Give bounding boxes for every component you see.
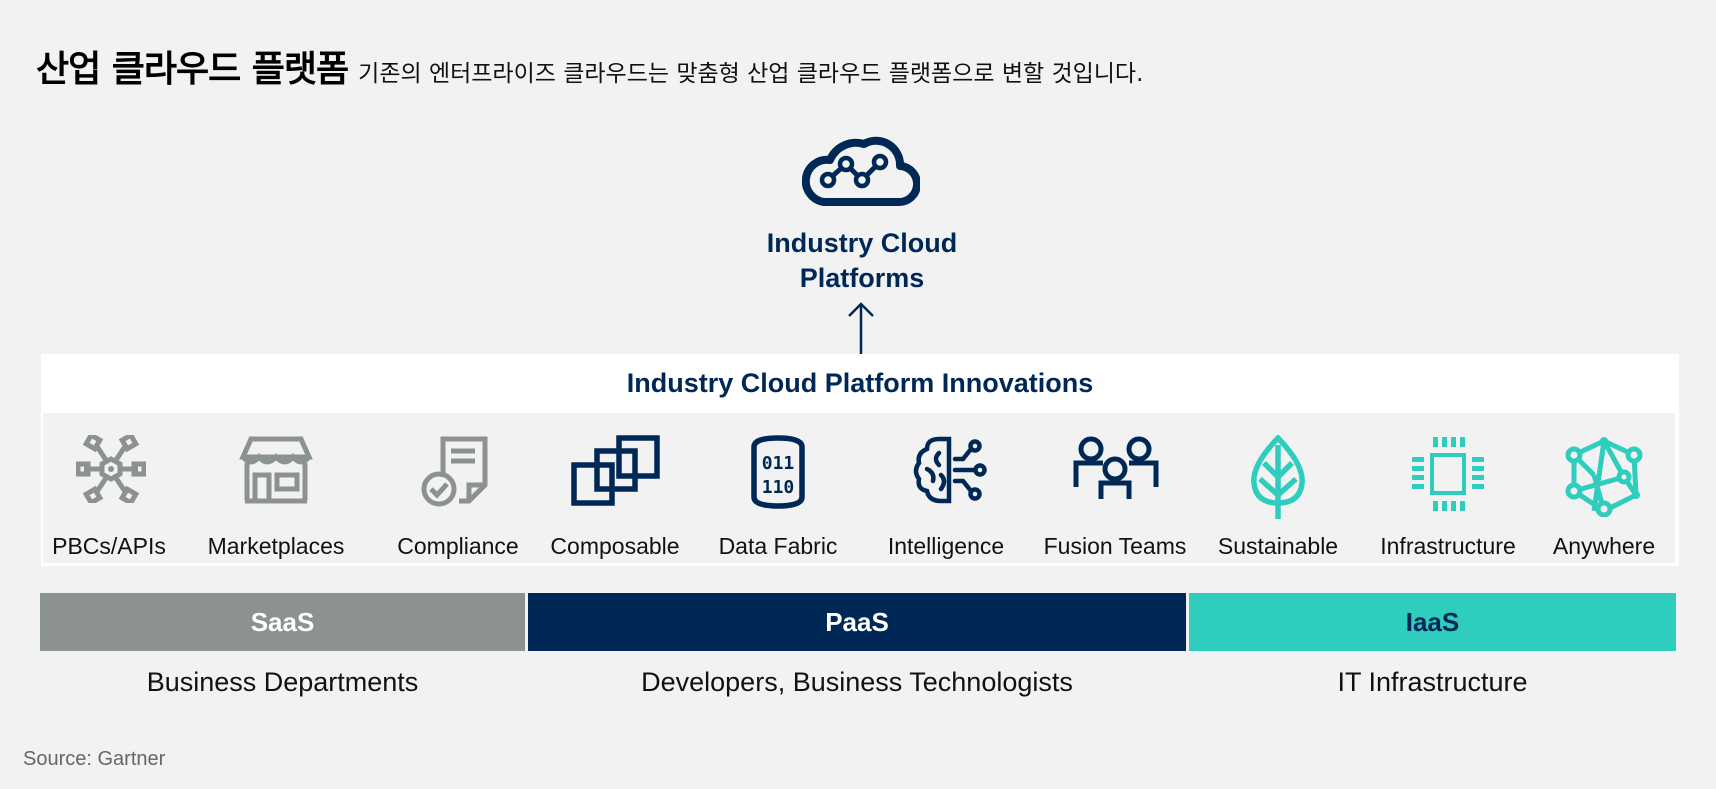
- mesh-network-icon: [1565, 437, 1643, 517]
- title-row: 산업 클라우드 플랫폼 기존의 엔터프라이즈 클라우드는 맞춤형 산업 클라우드…: [36, 40, 1143, 92]
- innovation-item-compliance: Compliance: [373, 413, 543, 563]
- innovation-item-intelligence: Intelligence: [861, 413, 1031, 563]
- innovation-label: Anywhere: [1552, 533, 1656, 559]
- innovation-label: Data Fabric: [718, 533, 838, 559]
- svg-text:110: 110: [762, 477, 795, 498]
- innovation-label: Infrastructure: [1380, 533, 1516, 559]
- innovation-label: Marketplaces: [207, 533, 345, 559]
- cloud-network-icon: [802, 136, 920, 207]
- innovation-item-fusion-teams: Fusion Teams: [1025, 413, 1205, 563]
- innovation-item-sustainable: Sustainable: [1203, 413, 1353, 563]
- innovation-item-data-fabric: 011 110 Data Fabric: [698, 413, 858, 563]
- api-hub-icon: [76, 435, 146, 503]
- binary-database-icon: 011 110: [751, 435, 805, 509]
- tier-iaas: IaaS: [1189, 593, 1676, 651]
- innovation-item-composable: Composable: [535, 413, 695, 563]
- innovation-label: Intelligence: [887, 533, 1005, 559]
- innovation-label: PBCs/APIs: [52, 533, 166, 559]
- audience-saas: Business Departments: [146, 667, 419, 697]
- source-note: Source: Gartner: [23, 748, 166, 770]
- innovations-panel: Industry Cloud Platform Innovations PBCs…: [41, 354, 1679, 566]
- innovation-label: Composable: [550, 533, 680, 559]
- innovation-item-pbcs-apis: PBCs/APIs: [49, 413, 169, 563]
- diagram-page: 산업 클라우드 플랫폼 기존의 엔터프라이즈 클라우드는 맞춤형 산업 클라우드…: [0, 0, 1716, 789]
- innovation-label: Fusion Teams: [1043, 533, 1187, 559]
- page-title: 산업 클라우드 플랫폼: [36, 49, 349, 90]
- innovations-heading: Industry Cloud Platform Innovations: [626, 367, 1094, 398]
- team-people-icon: [1073, 436, 1159, 499]
- innovation-label: Compliance: [397, 533, 519, 559]
- page-subtitle: 기존의 엔터프라이즈 클라우드는 맞춤형 산업 클라우드 플랫폼으로 변할 것입…: [358, 61, 1144, 87]
- document-check-icon: [421, 436, 488, 507]
- stacked-squares-icon: [571, 435, 660, 506]
- industry-cloud-platforms-label: Industry Cloud Platforms: [712, 226, 1012, 296]
- chip-icon: [1412, 437, 1484, 511]
- up-arrow-icon: [848, 302, 874, 356]
- innovations-list: PBCs/APIs Marketplaces Compliance Compos…: [43, 413, 1675, 563]
- brain-circuit-icon: [913, 436, 987, 504]
- label-line-1: Industry Cloud: [766, 228, 958, 258]
- storefront-icon: [239, 436, 313, 504]
- leaf-icon: [1251, 435, 1305, 519]
- svg-text:011: 011: [762, 453, 795, 474]
- audience-paas: Developers, Business Technologists: [641, 667, 1073, 697]
- tier-saas: SaaS: [40, 593, 525, 651]
- innovation-label: Sustainable: [1217, 533, 1339, 559]
- audience-iaas: IT Infrastructure: [1337, 667, 1528, 697]
- innovation-item-anywhere: Anywhere: [1533, 413, 1675, 563]
- innovation-item-marketplaces: Marketplaces: [191, 413, 361, 563]
- innovation-item-infrastructure: Infrastructure: [1363, 413, 1533, 563]
- tier-paas: PaaS: [528, 593, 1186, 651]
- label-line-2: Platforms: [799, 263, 925, 293]
